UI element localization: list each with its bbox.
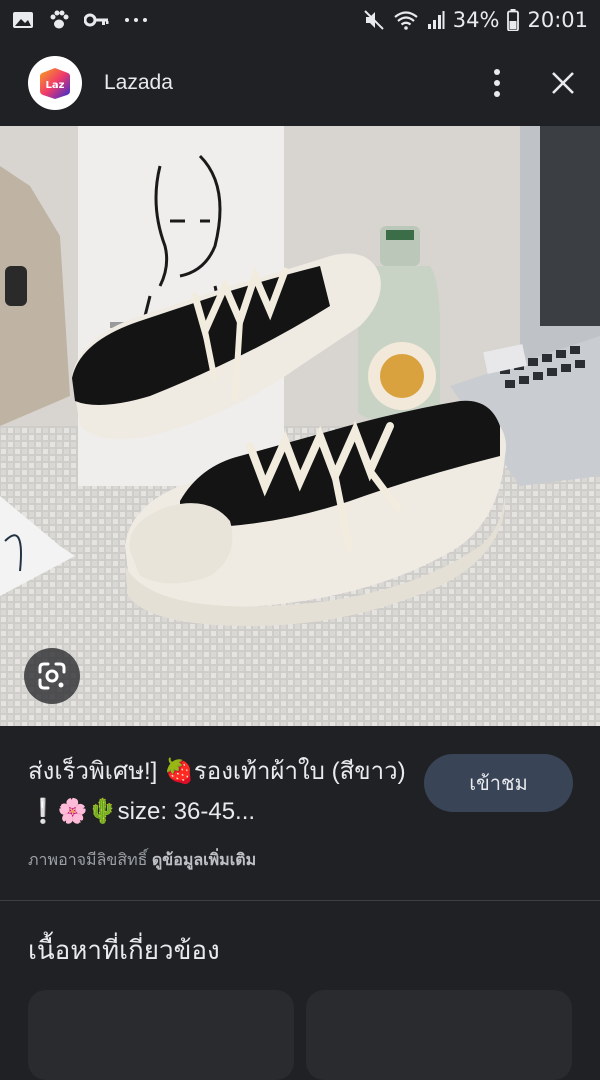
google-lens-icon [38, 662, 66, 690]
mute-icon [364, 10, 384, 30]
result-info: ส่งเร็วพิเศษ!] 🍓รองเท้าผ้าใบ (สีขาว) ❕🌸🌵… [0, 726, 600, 900]
google-lens-button[interactable] [24, 648, 80, 704]
battery-percent: 34% [452, 8, 500, 32]
product-image[interactable] [0, 126, 600, 726]
status-left-icons [12, 9, 148, 31]
more-info-link[interactable]: ดูข้อมูลเพิ่มเติม [152, 852, 256, 869]
app-bar: Laz Lazada [0, 40, 600, 126]
wifi-icon [394, 11, 418, 30]
more-dots-icon [125, 18, 147, 22]
app-title: Lazada [104, 71, 173, 94]
visit-button[interactable]: เข้าชม [424, 754, 573, 812]
gallery-icon [13, 12, 33, 28]
status-bar: 34% 20:01 [0, 0, 600, 40]
close-icon[interactable] [550, 70, 576, 96]
key-icon [84, 13, 109, 27]
copyright-notice: ภาพอาจมีลิขสิทธิ์ ดูข้อมูลเพิ่มเติม [28, 848, 256, 873]
status-right-icons: 34% 20:01 [363, 8, 588, 32]
paw-icon [50, 10, 69, 29]
svg-text:Laz: Laz [46, 80, 65, 91]
lazada-logo: Laz [28, 56, 82, 110]
more-vert-icon[interactable] [492, 68, 502, 98]
result-title[interactable]: ส่งเร็วพิเศษ!] 🍓รองเท้าผ้าใบ (สีขาว) ❕🌸🌵… [28, 752, 408, 832]
signal-icon [427, 11, 445, 29]
copyright-text: ภาพอาจมีลิขสิทธิ์ [28, 852, 148, 869]
divider [0, 900, 600, 901]
battery-icon [507, 9, 520, 31]
related-heading: เนื้อหาที่เกี่ยวข้อง [28, 935, 220, 965]
clock: 20:01 [527, 8, 588, 32]
product-photo [0, 126, 600, 726]
lazada-logo-icon: Laz [40, 68, 70, 99]
